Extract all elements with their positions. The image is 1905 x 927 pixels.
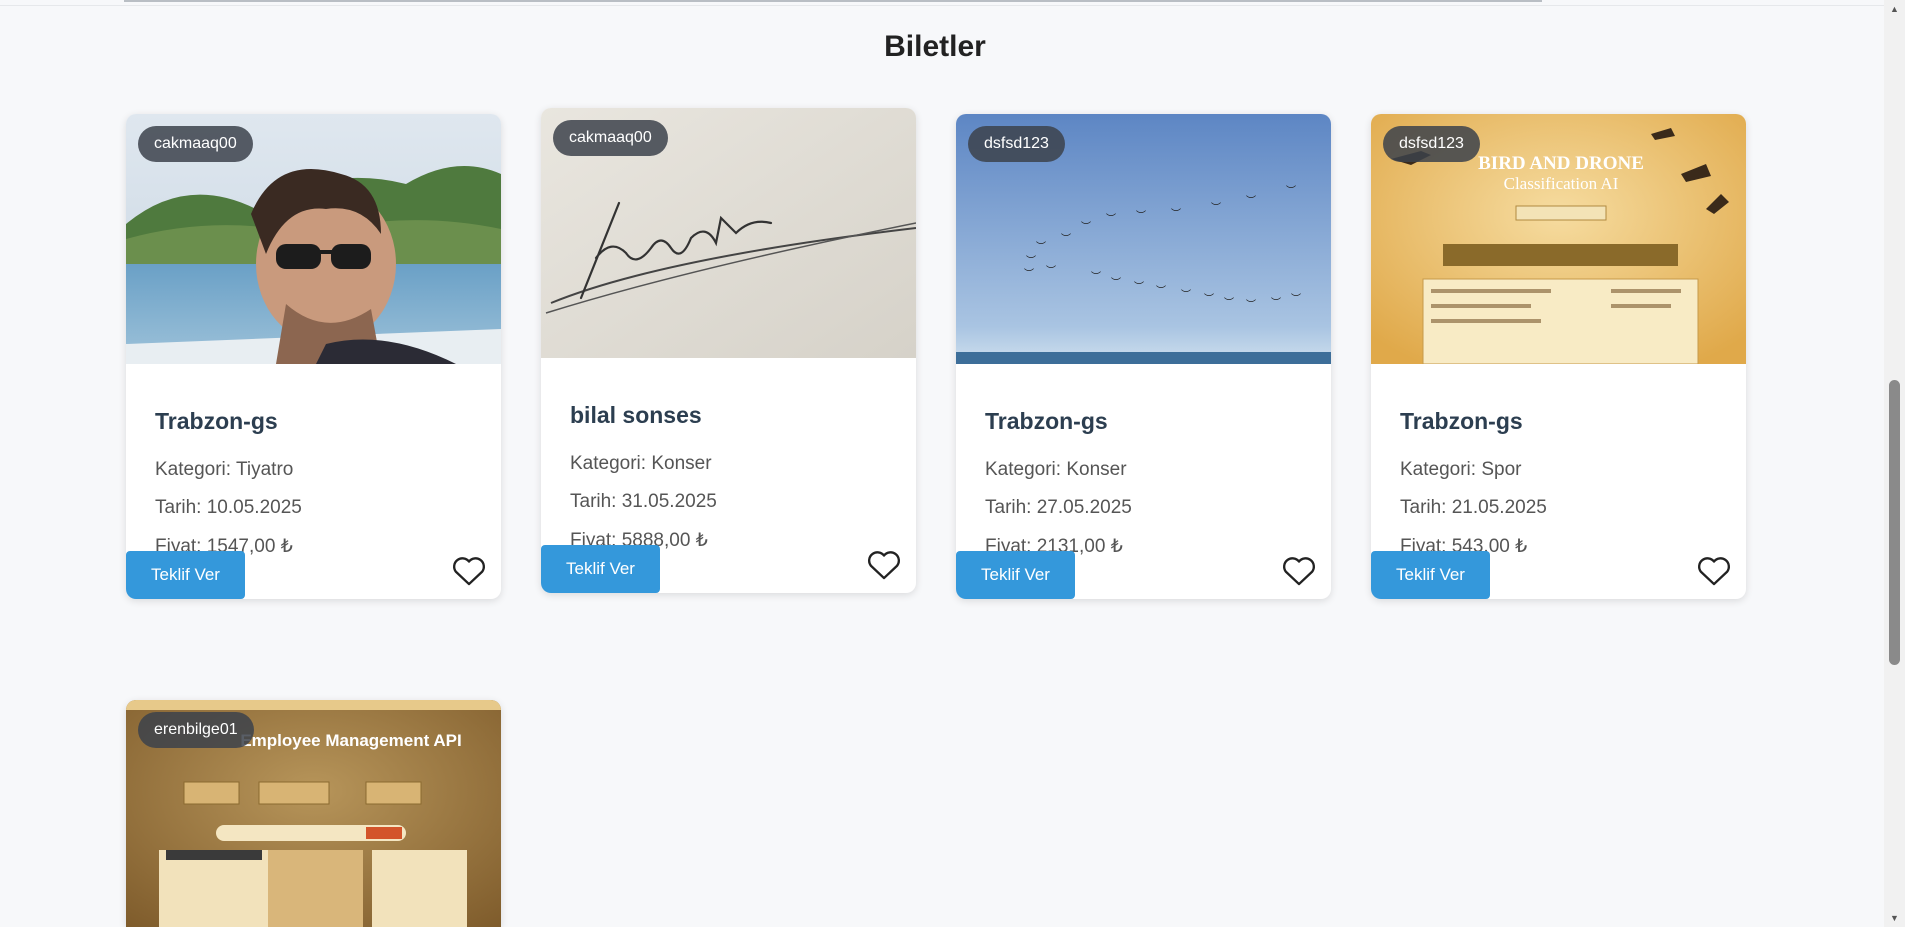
svg-text:︶: ︶: [1026, 255, 1036, 267]
heart-icon[interactable]: [451, 555, 487, 587]
top-divider: [124, 0, 1542, 2]
seller-badge: cakmaaq00: [553, 120, 668, 156]
offer-button[interactable]: Teklif Ver: [1371, 551, 1490, 599]
ticket-category: Kategori: Spor: [1400, 459, 1522, 480]
svg-text:︶: ︶: [1291, 293, 1301, 305]
ticket-card: BIRD AND DRONE Classification AI dsfsd12…: [1371, 114, 1746, 599]
svg-text:︶: ︶: [1211, 202, 1221, 214]
svg-text:︶: ︶: [1246, 299, 1256, 311]
ticket-card: Employee Management API erenbilge01: [126, 700, 501, 927]
offer-button[interactable]: Teklif Ver: [956, 551, 1075, 599]
heart-icon[interactable]: [1281, 555, 1317, 587]
scrollbar-thumb[interactable]: [1889, 380, 1900, 665]
svg-text:︶: ︶: [1091, 271, 1101, 283]
ticket-title: bilal sonses: [570, 402, 702, 428]
offer-button[interactable]: Teklif Ver: [126, 551, 245, 599]
svg-text:︶: ︶: [1204, 293, 1214, 305]
svg-text:︶: ︶: [1106, 213, 1116, 225]
svg-text:︶: ︶: [1224, 297, 1234, 309]
ticket-image: Employee Management API erenbilge01: [126, 700, 501, 927]
ticket-card: cakmaaq00 Trabzon-gs Kategori: Tiyatro T…: [126, 114, 501, 599]
page: Biletler cakmaaq00 Trabzon-gs Kategori: …: [0, 0, 1905, 927]
offer-button[interactable]: Teklif Ver: [541, 545, 660, 593]
ticket-title: Trabzon-gs: [1400, 408, 1523, 434]
ticket-date: Tarih: 31.05.2025: [570, 491, 717, 512]
svg-text:︶: ︶: [1024, 268, 1034, 280]
svg-text:︶: ︶: [1271, 297, 1281, 309]
seller-badge: dsfsd123: [1383, 126, 1480, 162]
svg-text:︶: ︶: [1171, 208, 1181, 220]
seller-badge: erenbilge01: [138, 712, 254, 748]
ticket-image: cakmaaq00: [541, 108, 916, 358]
ticket-category: Kategori: Konser: [985, 459, 1127, 480]
svg-text:︶: ︶: [1036, 241, 1046, 253]
ticket-category: Kategori: Tiyatro: [155, 459, 294, 480]
seller-badge: cakmaaq00: [138, 126, 253, 162]
ticket-image: cakmaaq00: [126, 114, 501, 364]
svg-text:︶: ︶: [1181, 289, 1191, 301]
svg-text:︶: ︶: [1081, 221, 1091, 233]
svg-text:︶: ︶: [1246, 195, 1256, 207]
ticket-title: Trabzon-gs: [155, 408, 278, 434]
heart-icon[interactable]: [866, 549, 902, 581]
ticket-date: Tarih: 27.05.2025: [985, 497, 1132, 518]
heart-icon[interactable]: [1696, 555, 1732, 587]
ticket-card: cakmaaq00 bilal sonses Kategori: Konser …: [541, 108, 916, 593]
scroll-up-icon[interactable]: ▲: [1890, 4, 1899, 14]
svg-text:︶: ︶: [1136, 210, 1146, 222]
vertical-scrollbar[interactable]: ▲ ▼: [1884, 0, 1905, 927]
ticket-image: ︶ ︶ ︶ ︶ ︶ ︶ ︶ ︶ ︶ ︶ ︶ ︶ ︶ ︶ ︶ ︶ ︶ ︶ ︶ ︶ ︶ ︶ dsfsd123: [956, 114, 1331, 364]
ticket-image: BIRD AND DRONE Classification AI dsfsd12…: [1371, 114, 1746, 364]
svg-text:︶: ︶: [1134, 281, 1144, 293]
ticket-date: Tarih: 21.05.2025: [1400, 497, 1547, 518]
svg-text:︶: ︶: [1061, 233, 1071, 245]
ticket-date: Tarih: 10.05.2025: [155, 497, 302, 518]
svg-text:︶: ︶: [1156, 285, 1166, 297]
ticket-card: ︶ ︶ ︶ ︶ ︶ ︶ ︶ ︶ ︶ ︶ ︶ ︶ ︶ ︶ ︶ ︶ ︶ ︶ ︶ ︶ ︶ ︶ dsfsd123 Tra…: [956, 114, 1331, 599]
ticket-category: Kategori: Konser: [570, 453, 712, 474]
api-image-title: Employee Management API: [240, 731, 461, 750]
header-border: [0, 5, 1884, 6]
scroll-down-icon[interactable]: ▼: [1890, 913, 1899, 923]
svg-text:︶: ︶: [1046, 265, 1056, 277]
page-title: Biletler: [884, 30, 986, 63]
svg-text:︶: ︶: [1286, 185, 1296, 197]
drone-image-title: BIRD AND DRONE: [1478, 153, 1644, 174]
svg-text:︶: ︶: [1111, 277, 1121, 289]
ticket-title: Trabzon-gs: [985, 408, 1108, 434]
drone-image-subtitle: Classification AI: [1504, 174, 1619, 193]
seller-badge: dsfsd123: [968, 126, 1065, 162]
